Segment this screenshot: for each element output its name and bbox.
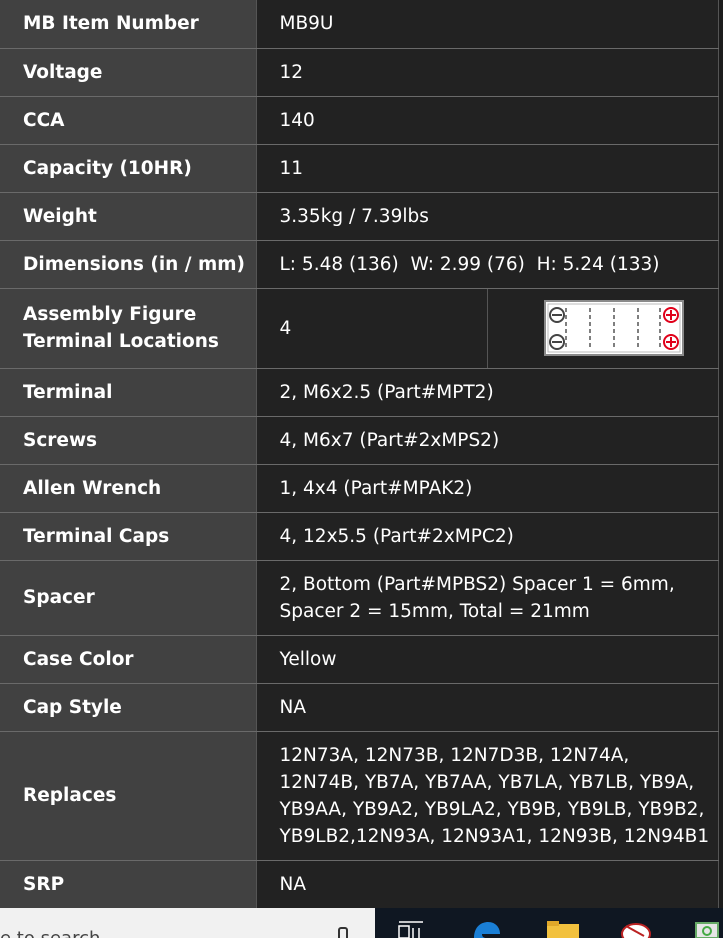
spec-value-line: 12N73A, 12N73B, 12N7D3B, 12N74A, (279, 744, 630, 766)
battery-terminal-diagram (544, 300, 685, 356)
spec-label: Cap Style (0, 683, 257, 732)
table-row: Replaces 12N73A, 12N73B, 12N7D3B, 12N74A… (0, 731, 719, 861)
table-row: Capacity (10HR) 11 (0, 144, 719, 193)
spec-value: 11 (256, 144, 719, 193)
table-row: SRP NA (0, 860, 719, 909)
spec-label-line: Assembly Figure (23, 304, 197, 325)
task-view-icon[interactable] (398, 920, 424, 938)
table-row: Allen Wrench 1, 4x4 (Part#MPAK2) (0, 464, 719, 513)
spec-label: Allen Wrench (0, 464, 257, 513)
spec-label: Weight (0, 192, 257, 241)
edge-browser-icon[interactable] (472, 920, 502, 938)
table-row: CCA 140 (0, 96, 719, 145)
spec-label: Spacer (0, 560, 257, 636)
microphone-icon[interactable] (338, 927, 348, 938)
spec-value: 140 (256, 96, 719, 145)
spec-label: Dimensions (in / mm) (0, 240, 257, 289)
spec-value: L: 5.48 (136) W: 2.99 (76) H: 5.24 (133) (256, 240, 719, 289)
spec-label: Voltage (0, 48, 257, 97)
table-row: Cap Style NA (0, 683, 719, 732)
table-row: Weight 3.35kg / 7.39lbs (0, 192, 719, 241)
negative-terminal-icon (549, 307, 566, 323)
spec-value: 4 (256, 288, 488, 369)
spec-value: NA (256, 683, 719, 732)
spec-value-line: Spacer 2 = 15mm, Total = 21mm (279, 600, 590, 622)
table-row: Assembly Figure Terminal Locations 4 (0, 288, 720, 369)
spec-label: Screws (0, 416, 257, 465)
spec-label: Capacity (10HR) (0, 144, 257, 193)
table-row: Voltage 12 (0, 48, 719, 97)
table-row: Terminal Caps 4, 12x5.5 (Part#2xMPC2) (0, 512, 719, 561)
app-icon[interactable] (694, 920, 720, 938)
table-row: Spacer 2, Bottom (Part#MPBS2) Spacer 1 =… (0, 560, 719, 636)
spec-value: 2, Bottom (Part#MPBS2) Spacer 1 = 6mm, S… (256, 560, 719, 636)
table-row: Screws 4, M6x7 (Part#2xMPS2) (0, 416, 719, 465)
spec-value: 4, 12x5.5 (Part#2xMPC2) (256, 512, 719, 561)
positive-terminal-icon (663, 334, 680, 350)
spec-value: 1, 4x4 (Part#MPAK2) (256, 464, 719, 513)
file-explorer-icon[interactable] (546, 920, 580, 938)
spec-label: MB Item Number (0, 0, 257, 49)
spec-value-line: 12N74B, YB7A, YB7AA, YB7LA, YB7LB, YB9A, (279, 771, 695, 793)
spec-value-line: YB9LB2,12N93A, 12N93A1, 12N93B, 12N94B1 (279, 825, 710, 847)
search-placeholder: e to search (0, 928, 100, 938)
spec-value: 2, M6x2.5 (Part#MPT2) (256, 368, 719, 417)
spec-label: SRP (0, 860, 257, 909)
spec-label: Terminal (0, 368, 257, 417)
taskbar-search-box[interactable]: e to search (0, 908, 375, 938)
table-row: Terminal 2, M6x2.5 (Part#MPT2) (0, 368, 719, 417)
satellite-dish-icon[interactable] (620, 920, 652, 938)
spec-value: 4, M6x7 (Part#2xMPS2) (256, 416, 719, 465)
spec-value: NA (256, 860, 719, 909)
terminal-figure-cell (487, 288, 720, 369)
spec-label: Case Color (0, 635, 257, 684)
table-row: MB Item Number MB9U (0, 0, 719, 49)
spec-label: Assembly Figure Terminal Locations (0, 288, 257, 369)
spec-value: 12N73A, 12N73B, 12N7D3B, 12N74A, 12N74B,… (256, 731, 719, 861)
spec-label: Replaces (0, 731, 257, 861)
table-row: Case Color Yellow (0, 635, 719, 684)
spec-value: MB9U (256, 0, 719, 49)
spec-value: Yellow (256, 635, 719, 684)
spec-value-line: YB9AA, YB9A2, YB9LA2, YB9B, YB9LB, YB9B2… (279, 798, 705, 820)
spec-value: 3.35kg / 7.39lbs (256, 192, 719, 241)
spec-label-line: Terminal Locations (23, 331, 219, 352)
battery-spec-table: MB Item Number MB9U Voltage 12 CCA 140 C… (0, 0, 720, 909)
spec-value-line: 2, Bottom (Part#MPBS2) Spacer 1 = 6mm, (279, 573, 675, 595)
windows-taskbar: e to search (0, 908, 723, 938)
spec-value: 12 (256, 48, 719, 97)
negative-terminal-icon (549, 334, 566, 350)
table-row: Dimensions (in / mm) L: 5.48 (136) W: 2.… (0, 240, 719, 289)
spec-label: Terminal Caps (0, 512, 257, 561)
positive-terminal-icon (663, 307, 680, 323)
spec-label: CCA (0, 96, 257, 145)
